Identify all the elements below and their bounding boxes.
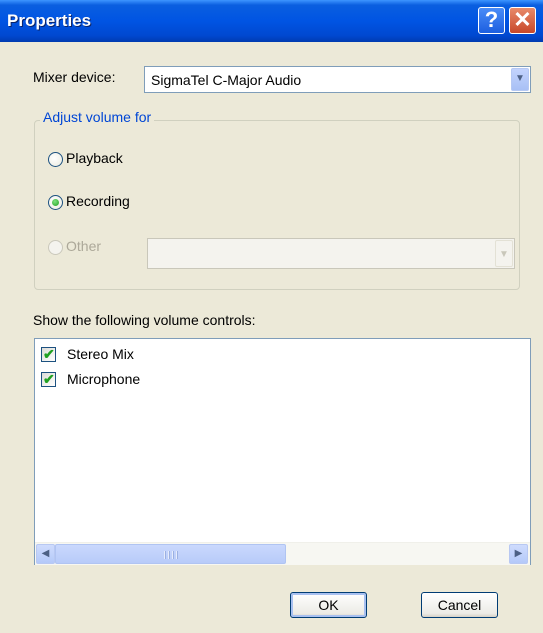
radio-other-label[interactable]: Other — [66, 238, 101, 254]
properties-dialog: Properties ? ✕ Mixer device: SigmaTel C-… — [0, 0, 543, 633]
check-icon: ✔ — [43, 371, 55, 387]
radio-playback-label[interactable]: Playback — [66, 150, 123, 166]
chevron-down-icon[interactable]: ▼ — [511, 68, 529, 91]
adjust-volume-legend: Adjust volume for — [40, 109, 155, 125]
ok-button[interactable]: OK — [290, 592, 367, 618]
other-device-select[interactable]: ▼ — [147, 238, 515, 269]
close-button[interactable]: ✕ — [509, 7, 536, 34]
arrow-right-icon: ▶ — [514, 548, 523, 559]
help-button[interactable]: ? — [478, 7, 505, 34]
cancel-button[interactable]: Cancel — [421, 592, 498, 618]
radio-recording-label[interactable]: Recording — [66, 193, 130, 209]
microphone-label[interactable]: Microphone — [67, 371, 140, 387]
close-icon: ✕ — [513, 7, 532, 32]
window-title: Properties — [7, 11, 92, 30]
radio-playback[interactable] — [48, 152, 63, 167]
volume-controls-label: Show the following volume controls: — [33, 312, 256, 328]
help-icon: ? — [484, 7, 499, 32]
volume-controls-list[interactable]: ✔ Stereo Mix ✔ Microphone — [34, 338, 531, 565]
checkbox-microphone[interactable]: ✔ — [41, 371, 56, 387]
radio-other[interactable] — [48, 240, 63, 255]
checkbox-stereo-mix[interactable]: ✔ — [41, 346, 56, 362]
scroll-right-button[interactable]: ▶ — [509, 544, 528, 564]
mixer-device-select[interactable]: SigmaTel C-Major Audio ▼ — [144, 66, 531, 93]
horizontal-scrollbar[interactable]: ◀ ▶ — [35, 542, 530, 565]
mixer-device-value: SigmaTel C-Major Audio — [151, 72, 302, 88]
scroll-left-button[interactable]: ◀ — [36, 544, 55, 564]
title-bar[interactable]: Properties ? ✕ — [0, 0, 543, 42]
scrollbar-thumb[interactable] — [55, 544, 286, 564]
arrow-left-icon: ◀ — [41, 548, 50, 559]
mixer-device-label: Mixer device: — [33, 69, 116, 85]
stereo-mix-label[interactable]: Stereo Mix — [67, 346, 134, 362]
check-icon: ✔ — [43, 346, 55, 362]
grip-icon — [164, 551, 178, 559]
radio-recording[interactable] — [48, 195, 63, 210]
chevron-down-icon[interactable]: ▼ — [495, 240, 513, 267]
